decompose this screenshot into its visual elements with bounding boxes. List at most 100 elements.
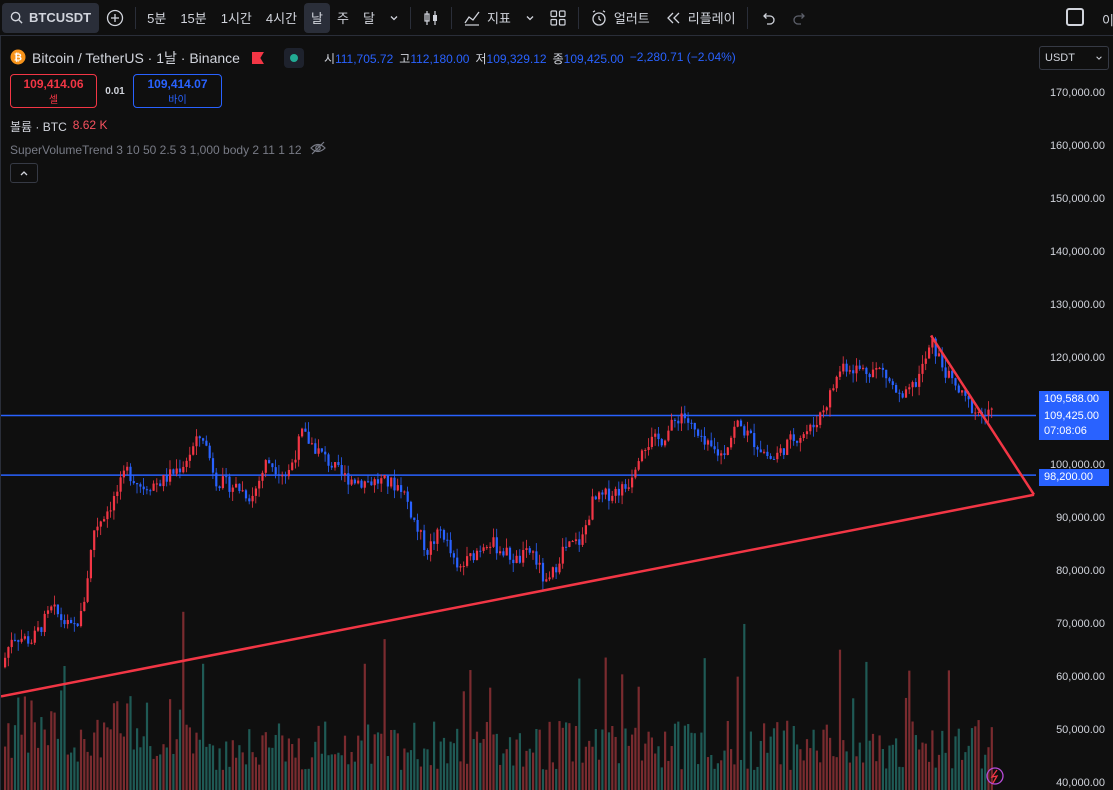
interval-dropdown[interactable] [382,3,406,33]
volume-bar [789,769,792,790]
candle-body [159,483,162,487]
volume-bar [555,768,558,790]
candle-body [334,462,337,468]
candle-body [208,445,211,459]
candle-body [812,424,815,428]
volume-bar [792,725,795,790]
candle-body [350,479,353,485]
candle-body [690,422,693,424]
volume-bar [786,720,789,790]
alert-button[interactable]: 얼러트 [583,3,657,33]
candle-body [89,550,92,579]
candle-body [228,476,231,492]
candle-body [119,477,122,492]
volume-bar [386,756,389,790]
interval-15m[interactable]: 15분 [173,3,213,33]
symbol-search-button[interactable]: BTCUSDT [2,2,100,33]
candle-body [192,446,195,455]
candle-body [241,490,244,492]
volume-bar [779,764,782,790]
volume-bar [578,678,581,790]
candle-body [743,426,746,436]
volume-bar [258,764,261,790]
candle-body [759,449,762,453]
compare-button[interactable] [99,3,131,33]
volume-bar [743,623,746,790]
volume-bar [274,734,277,790]
candle-body [921,363,924,374]
candle-body [304,428,307,432]
indicators-label: 지표 [486,11,511,26]
chart-type-button[interactable] [415,3,447,33]
interval-1h[interactable]: 1시간 [214,3,259,33]
sell-button[interactable]: 109,414.06 셀 [10,74,97,108]
candle-body [911,382,914,388]
volume-bar [30,700,33,790]
volume-bar [700,732,703,790]
candle-body [472,553,475,561]
candle-body [482,547,485,551]
interval-5m[interactable]: 5분 [140,3,173,33]
volume-bar [132,749,135,790]
currency-value: USDT [1045,52,1075,64]
volume-bar [254,757,257,790]
volume-bar [218,748,221,790]
volume-bar [749,731,752,790]
fullscreen-toggle[interactable] [1066,8,1084,26]
undo-button[interactable] [752,3,784,33]
candle-body [875,368,878,370]
currency-select[interactable]: USDT [1039,46,1109,70]
candle-body [380,478,383,484]
interval-1mo[interactable]: 달 [356,3,382,33]
indicator-legend[interactable]: SuperVolumeTrend 3 10 50 2.5 3 1,000 bod… [10,141,326,158]
volume-bar [535,729,538,790]
candle-body [571,541,574,543]
candle-body [588,519,591,526]
candle-body [627,487,630,489]
last-price-tag: 109,425.00 07:08:06 [1039,408,1109,440]
candle-body [644,449,647,451]
redo-button[interactable] [784,3,816,33]
market-status[interactable] [283,48,304,68]
volume-bar [928,761,931,790]
candle-body [878,367,881,369]
candle-body [555,567,558,573]
interval-4h[interactable]: 4시간 [259,3,304,33]
indicators-dropdown[interactable] [518,3,542,33]
svg-text:₿: ₿ [14,51,22,63]
volume-bar [565,722,568,790]
indicators-button[interactable]: 지표 [456,3,518,33]
volume-bar [825,724,828,790]
replay-button[interactable]: 리플레이 [657,3,743,33]
trade-buttons: 109,414.06 셀 0.01 109,414.07 바이 [10,74,222,108]
interval-1d[interactable]: 날 [304,2,331,33]
volume-bar [624,728,627,790]
volume-bar [452,743,455,790]
volume-bar [357,735,360,790]
volume-bar [334,754,337,790]
volume-legend[interactable]: 볼륨 · BTC 8.62 K [10,118,107,135]
collapse-legend-button[interactable] [10,163,38,183]
candle-body [452,553,455,558]
volume-bar [33,722,36,790]
chevron-down-icon [389,13,399,23]
volume-bar [845,751,848,790]
candle-body [409,501,413,518]
volume-bar [159,754,162,790]
candle-body [937,353,941,357]
candle-body [720,453,723,456]
volume-bar [723,750,726,790]
volume-bar [739,759,743,790]
ascending-trendline[interactable] [1,493,1035,698]
candle-body [664,440,667,446]
flag-icon[interactable] [251,52,264,64]
candle-body [594,496,597,500]
layout-button[interactable] [542,3,574,33]
buy-button[interactable]: 109,414.07 바이 [133,74,222,108]
buy-label: 바이 [168,95,187,106]
candle-body [710,440,713,447]
candle-body [693,422,696,430]
eye-off-icon[interactable] [309,141,326,158]
volume-bar [924,743,927,790]
interval-1w[interactable]: 주 [330,3,356,33]
